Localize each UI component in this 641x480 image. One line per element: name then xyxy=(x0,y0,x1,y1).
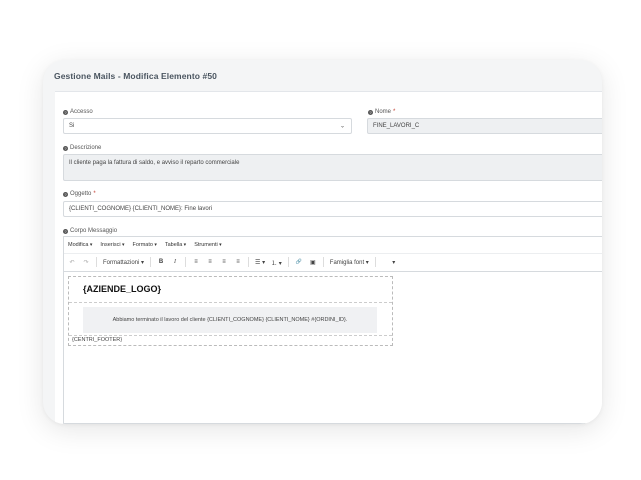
rich-text-editor[interactable]: Modifica Inserisci Formato Tabella Strum… xyxy=(63,236,602,424)
nome-label: ? Nome * xyxy=(368,109,396,115)
align-left-icon[interactable]: ≡ xyxy=(192,257,200,267)
oggetto-field[interactable]: {CLIENTI_COGNOME} {CLIENTI_NOME}: Fine l… xyxy=(63,201,602,217)
nome-field[interactable]: FINE_LAVORI_C xyxy=(367,118,602,134)
accesso-label: ? Accesso xyxy=(63,109,93,115)
corpo-label: ? Corpo Messaggio xyxy=(63,228,118,234)
align-center-icon[interactable]: ≡ xyxy=(206,257,214,267)
editor-toolbar: ↶ ↷ Formattazioni ▾ B I ≡ ≡ ≡ ≡ ☰ ▾ ⒈ ▾ … xyxy=(64,253,602,272)
chevron-down-icon: ⌄ xyxy=(339,123,345,130)
editor-statusbar: table xyxy=(64,423,602,424)
menu-modifica[interactable]: Modifica xyxy=(68,242,92,248)
redo-icon[interactable]: ↷ xyxy=(82,257,90,267)
menu-formato[interactable]: Formato xyxy=(132,242,156,248)
toolbar-divider xyxy=(248,257,250,267)
help-icon: ? xyxy=(63,145,68,151)
page-title: Gestione Mails - Modifica Elemento #50 xyxy=(54,71,217,81)
link-icon[interactable]: 🔗 xyxy=(295,257,303,267)
form-panel: ? Accesso Si ⌄ ? Nome * FINE_LAVORI_C ? … xyxy=(55,91,602,424)
oggetto-label: ? Oggetto * xyxy=(63,191,96,197)
undo-icon[interactable]: ↶ xyxy=(68,257,76,267)
message-body: Abbiamo terminato il lavoro del cliente … xyxy=(83,307,377,333)
menu-strumenti[interactable]: Strumenti xyxy=(194,242,221,248)
toolbar-divider xyxy=(96,257,97,267)
toolbar-divider xyxy=(287,257,289,267)
italic-button[interactable]: I xyxy=(171,257,179,267)
toolbar-divider xyxy=(374,257,376,267)
table-row-divider xyxy=(69,335,392,336)
menu-inserisci[interactable]: Inserisci xyxy=(100,242,124,248)
image-icon[interactable]: ▣ xyxy=(309,257,317,267)
font-family-dropdown[interactable]: Famiglia font ▾ xyxy=(330,257,369,267)
toolbar-divider xyxy=(322,257,324,267)
accesso-select[interactable]: Si ⌄ xyxy=(63,118,352,134)
bullet-list-icon[interactable]: ☰ ▾ xyxy=(255,257,265,267)
modal-card: Gestione Mails - Modifica Elemento #50 ?… xyxy=(43,60,602,424)
numbered-list-icon[interactable]: ⒈ ▾ xyxy=(271,257,282,267)
email-template-table[interactable]: {AZIENDE_LOGO} Abbiamo terminato il lavo… xyxy=(68,276,393,346)
help-icon: ? xyxy=(63,109,68,115)
help-icon: ? xyxy=(368,109,373,115)
editor-menubar: Modifica Inserisci Formato Tabella Strum… xyxy=(64,237,602,254)
toolbar-divider xyxy=(150,257,152,267)
logo-placeholder: {AZIENDE_LOGO} xyxy=(83,284,162,294)
table-row-divider xyxy=(69,302,392,303)
descrizione-label: ? Descrizione xyxy=(63,145,102,151)
toolbar-divider xyxy=(185,257,187,267)
align-justify-icon[interactable]: ≡ xyxy=(234,257,242,267)
menu-tabella[interactable]: Tabella xyxy=(165,242,186,248)
help-icon: ? xyxy=(63,228,68,234)
descrizione-textarea[interactable]: Il cliente paga la fattura di saldo, e a… xyxy=(63,154,602,181)
footer-placeholder: {CENTRI_FOOTER} xyxy=(72,337,123,343)
formats-dropdown[interactable]: Formattazioni ▾ xyxy=(103,257,144,267)
font-size-dropdown[interactable]: ▾ xyxy=(382,257,398,267)
bold-button[interactable]: B xyxy=(157,257,165,267)
align-right-icon[interactable]: ≡ xyxy=(220,257,228,267)
help-icon: ? xyxy=(63,191,68,197)
